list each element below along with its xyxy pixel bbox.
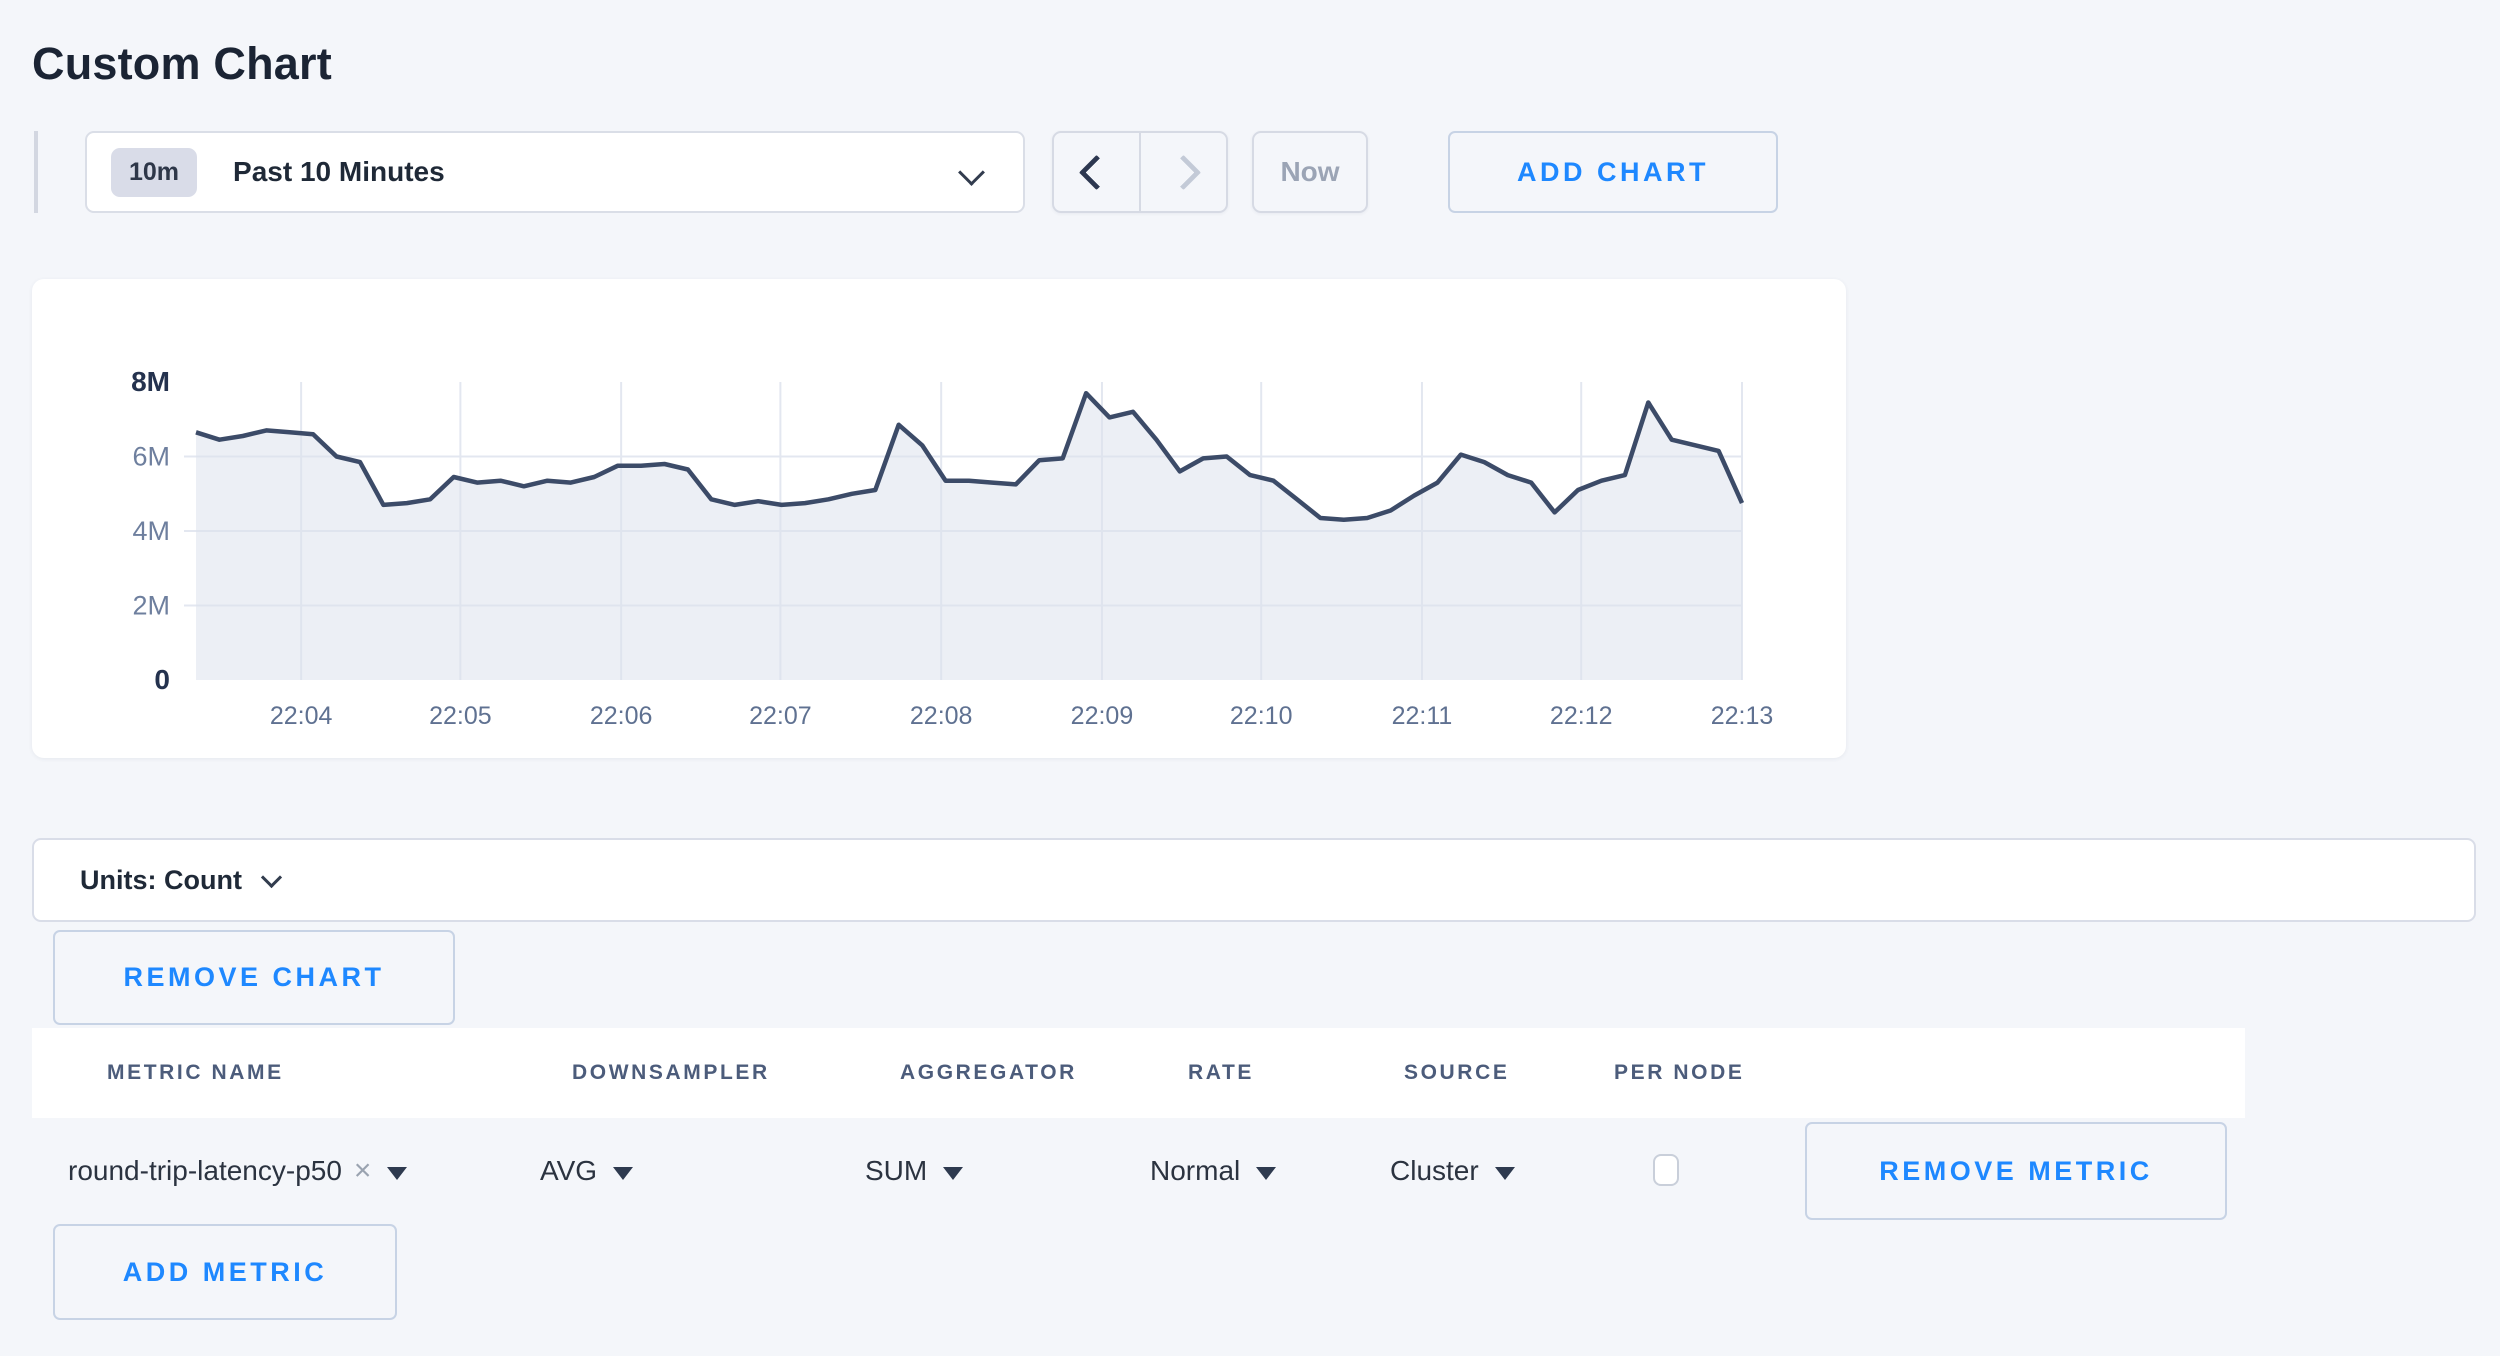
toolbar-divider: [34, 131, 38, 213]
col-header-rate: RATE: [1188, 1028, 1254, 1118]
time-prev-button[interactable]: [1054, 133, 1141, 211]
svg-text:4M: 4M: [132, 516, 170, 546]
page-title: Custom Chart: [32, 38, 332, 90]
rate-select[interactable]: Normal: [1150, 1118, 1276, 1224]
chevron-down-icon: [1256, 1167, 1276, 1180]
chart-card: 0 2M 4M 6M 8M 22:04 22:05 22:06 22:07 22:08 22:09 2…: [32, 279, 1846, 758]
aggregator-value: SUM: [865, 1155, 927, 1187]
timeseries-chart: 0 2M 4M 6M 8M 22:04 22:05 22:06 22:07 22:08 22:09 2…: [32, 279, 1846, 758]
svg-text:22:04: 22:04: [270, 702, 333, 730]
chevron-down-icon: [958, 159, 985, 186]
col-header-source: SOURCE: [1404, 1028, 1509, 1118]
svg-text:22:06: 22:06: [590, 702, 653, 730]
metric-name-select[interactable]: round-trip-latency-p50 ×: [68, 1118, 407, 1224]
remove-metric-button[interactable]: REMOVE METRIC: [1805, 1122, 2227, 1220]
chevron-right-icon: [1166, 154, 1201, 189]
svg-text:22:09: 22:09: [1071, 702, 1134, 730]
col-header-aggregator: AGGREGATOR: [900, 1028, 1077, 1118]
add-chart-button[interactable]: ADD CHART: [1448, 131, 1778, 213]
chevron-down-icon: [1495, 1167, 1515, 1180]
remove-chart-button[interactable]: REMOVE CHART: [53, 930, 455, 1025]
svg-text:0: 0: [154, 664, 170, 695]
metric-name-value: round-trip-latency-p50: [68, 1155, 342, 1187]
downsampler-select[interactable]: AVG: [540, 1118, 633, 1224]
col-header-per-node: PER NODE: [1614, 1028, 1745, 1118]
chevron-down-icon: [613, 1167, 633, 1180]
source-select[interactable]: Cluster: [1390, 1118, 1515, 1224]
svg-text:22:13: 22:13: [1711, 702, 1774, 730]
units-dropdown[interactable]: Units: Count: [32, 838, 2476, 922]
time-next-button[interactable]: [1141, 133, 1226, 211]
svg-text:6M: 6M: [132, 442, 170, 472]
svg-text:8M: 8M: [131, 366, 170, 397]
svg-text:2M: 2M: [132, 591, 170, 621]
svg-text:22:07: 22:07: [749, 702, 812, 730]
units-label: Units: Count: [80, 865, 242, 896]
time-range-dropdown[interactable]: 10m Past 10 Minutes: [85, 131, 1025, 213]
svg-text:22:08: 22:08: [910, 702, 973, 730]
rate-value: Normal: [1150, 1155, 1240, 1187]
downsampler-value: AVG: [540, 1155, 597, 1187]
svg-text:22:05: 22:05: [429, 702, 492, 730]
time-range-label: Past 10 Minutes: [233, 156, 445, 188]
metric-row: round-trip-latency-p50 × AVG SUM Normal …: [0, 1118, 2500, 1224]
svg-text:22:12: 22:12: [1550, 702, 1613, 730]
chevron-left-icon: [1079, 154, 1114, 189]
svg-text:22:10: 22:10: [1230, 702, 1293, 730]
chevron-down-icon: [261, 866, 282, 887]
metrics-table-header: METRIC NAME DOWNSAMPLER AGGREGATOR RATE …: [32, 1028, 2245, 1118]
time-nav-group: [1052, 131, 1228, 213]
chevron-down-icon: [943, 1167, 963, 1180]
aggregator-select[interactable]: SUM: [865, 1118, 963, 1224]
source-value: Cluster: [1390, 1155, 1479, 1187]
clear-metric-icon[interactable]: ×: [354, 1154, 372, 1188]
add-metric-button[interactable]: ADD METRIC: [53, 1224, 397, 1320]
chevron-down-icon: [387, 1167, 407, 1180]
col-header-downsampler: DOWNSAMPLER: [572, 1028, 770, 1118]
now-button[interactable]: Now: [1252, 131, 1368, 213]
svg-text:22:11: 22:11: [1392, 702, 1453, 730]
per-node-checkbox[interactable]: [1653, 1154, 1679, 1186]
col-header-metric-name: METRIC NAME: [107, 1028, 284, 1118]
time-range-badge: 10m: [111, 148, 197, 197]
